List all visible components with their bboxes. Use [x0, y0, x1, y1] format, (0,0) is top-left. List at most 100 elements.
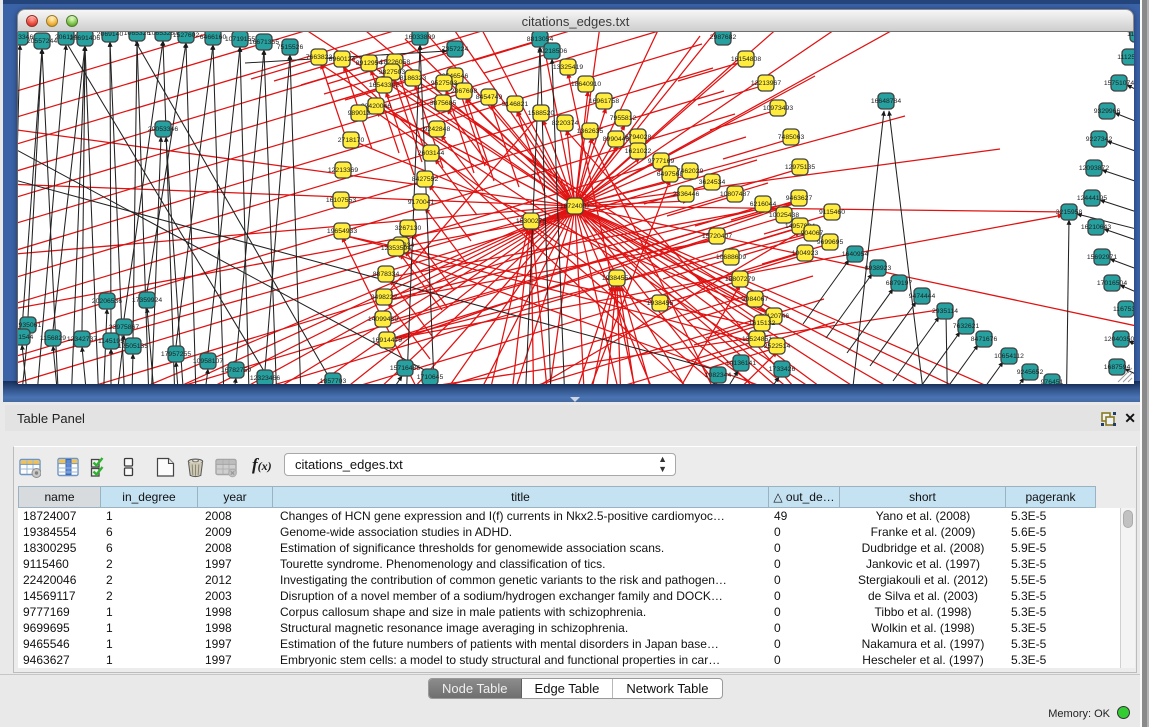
svg-text:16154808: 16154808	[731, 56, 761, 63]
svg-text:16107553: 16107553	[326, 197, 356, 204]
svg-text:18724007: 18724007	[560, 203, 590, 210]
svg-text:23975867: 23975867	[109, 324, 139, 331]
svg-text:9170041: 9170041	[408, 199, 435, 206]
svg-text:6216044: 6216044	[750, 201, 777, 208]
svg-text:12342737: 12342737	[67, 336, 97, 343]
svg-text:1156829: 1156829	[40, 335, 66, 342]
svg-text:9146821: 9146821	[502, 101, 529, 108]
svg-text:111254: 111254	[1127, 32, 1134, 38]
svg-text:9329966: 9329966	[1094, 108, 1121, 115]
svg-text:10958107: 10958107	[193, 358, 223, 365]
svg-text:2935114: 2935114	[932, 308, 958, 315]
svg-text:989012: 989012	[348, 110, 371, 117]
svg-text:1112549: 1112549	[1117, 54, 1134, 61]
svg-text:1687594: 1687594	[1104, 364, 1131, 371]
svg-text:10807487: 10807487	[720, 191, 750, 198]
svg-text:976451: 976451	[1041, 379, 1064, 384]
svg-text:16914479: 16914479	[372, 337, 402, 344]
svg-text:2718170: 2718170	[338, 137, 365, 144]
svg-text:18807279: 18807279	[725, 276, 755, 283]
svg-text:6794028: 6794028	[625, 134, 652, 141]
svg-text:1004923: 1004923	[792, 250, 819, 257]
svg-text:12975135: 12975135	[785, 164, 815, 171]
svg-text:20206536: 20206536	[92, 298, 122, 305]
svg-text:15720407: 15720407	[702, 233, 732, 240]
svg-text:8220374: 8220374	[552, 120, 579, 127]
svg-text:20691406: 20691406	[70, 35, 100, 42]
svg-text:7955812: 7955812	[610, 115, 637, 122]
svg-text:9242848: 9242848	[424, 126, 451, 133]
svg-text:17016504: 17016504	[1097, 280, 1127, 287]
svg-text:3215958: 3215958	[1056, 209, 1083, 216]
svg-text:9777169: 9777169	[648, 158, 675, 165]
svg-text:2987682: 2987682	[710, 34, 737, 41]
svg-text:2069140: 2069140	[97, 32, 124, 38]
svg-text:1621022: 1621022	[625, 148, 652, 155]
svg-text:1167533: 1167533	[1113, 306, 1134, 313]
svg-text:1065326: 1065326	[124, 32, 151, 37]
svg-text:12505135: 12505135	[118, 343, 148, 350]
svg-text:8938923: 8938923	[865, 265, 892, 272]
svg-text:3624534: 3624534	[699, 179, 726, 186]
svg-text:16210643: 16210643	[1081, 224, 1111, 231]
svg-text:15300275: 15300275	[516, 218, 546, 225]
svg-text:16033809: 16033809	[405, 34, 435, 41]
svg-text:16671355: 16671355	[249, 39, 279, 46]
svg-text:16543362: 16543362	[369, 82, 399, 89]
svg-text:9245652: 9245652	[1017, 369, 1044, 376]
svg-text:15751074: 15751074	[1104, 80, 1134, 87]
svg-text:8427552: 8427552	[412, 176, 439, 183]
svg-text:20557244: 20557244	[27, 38, 57, 45]
svg-text:120403504: 120403504	[1104, 336, 1134, 343]
svg-text:12323466: 12323466	[250, 375, 280, 382]
svg-text:1935061: 1935061	[18, 322, 41, 329]
svg-text:2522514: 2522514	[764, 343, 791, 350]
svg-text:10654112: 10654112	[994, 353, 1024, 360]
svg-text:1527602: 1527602	[173, 32, 200, 39]
svg-text:19218506: 19218506	[537, 48, 567, 55]
svg-text:9699695: 9699695	[817, 239, 844, 246]
svg-text:12444195: 12444195	[1077, 195, 1107, 202]
svg-text:2867608: 2867608	[451, 88, 478, 95]
svg-text:8960124: 8960124	[329, 56, 356, 63]
svg-text:9474444: 9474444	[909, 293, 936, 300]
svg-text:18640910: 18640910	[571, 81, 601, 88]
svg-text:904067: 904067	[801, 230, 824, 237]
svg-text:19384554: 19384554	[602, 275, 632, 282]
svg-text:6879197: 6879197	[886, 280, 913, 287]
svg-text:2603144: 2603144	[418, 150, 445, 157]
svg-text:15716485: 15716485	[390, 365, 420, 372]
svg-text:9527503: 9527503	[431, 80, 458, 87]
svg-text:8813054: 8813054	[527, 36, 554, 43]
svg-text:10688609: 10688609	[716, 254, 746, 261]
svg-text:1733426: 1733426	[769, 366, 796, 373]
svg-text:7632621: 7632621	[953, 323, 980, 330]
svg-text:1362635: 1362635	[577, 128, 604, 135]
svg-text:16961758: 16961758	[589, 98, 619, 105]
svg-text:12353594: 12353594	[381, 245, 411, 252]
svg-text:3498222: 3498222	[371, 294, 398, 301]
svg-text:7462029: 7462029	[677, 168, 704, 175]
svg-text:14099489: 14099489	[368, 316, 398, 323]
svg-text:2336446: 2336446	[673, 191, 700, 198]
svg-text:8454749: 8454749	[476, 94, 503, 101]
svg-text:1857703: 1857703	[320, 378, 347, 384]
svg-text:12093872: 12093872	[1079, 165, 1109, 172]
svg-text:1588520: 1588520	[528, 110, 555, 117]
svg-text:17359924: 17359924	[132, 297, 162, 304]
svg-text:13524851: 13524851	[742, 336, 772, 343]
svg-text:20053346: 20053346	[148, 126, 178, 133]
svg-text:12213967: 12213967	[751, 80, 781, 87]
svg-text:3875685: 3875685	[430, 100, 457, 107]
svg-text:7357224: 7357224	[442, 46, 469, 53]
svg-text:10973493: 10973493	[763, 105, 793, 112]
svg-text:8878334: 8878334	[373, 271, 400, 278]
svg-text:1082344: 1082344	[705, 372, 732, 379]
svg-text:391544: 391544	[18, 334, 34, 341]
svg-text:14136141: 14136141	[726, 360, 756, 367]
svg-text:7515526: 7515526	[277, 44, 304, 51]
svg-text:3267130: 3267130	[395, 225, 422, 232]
svg-text:12213369: 12213369	[328, 167, 358, 174]
svg-text:3084067: 3084067	[742, 296, 769, 303]
svg-text:9115460: 9115460	[819, 209, 845, 216]
